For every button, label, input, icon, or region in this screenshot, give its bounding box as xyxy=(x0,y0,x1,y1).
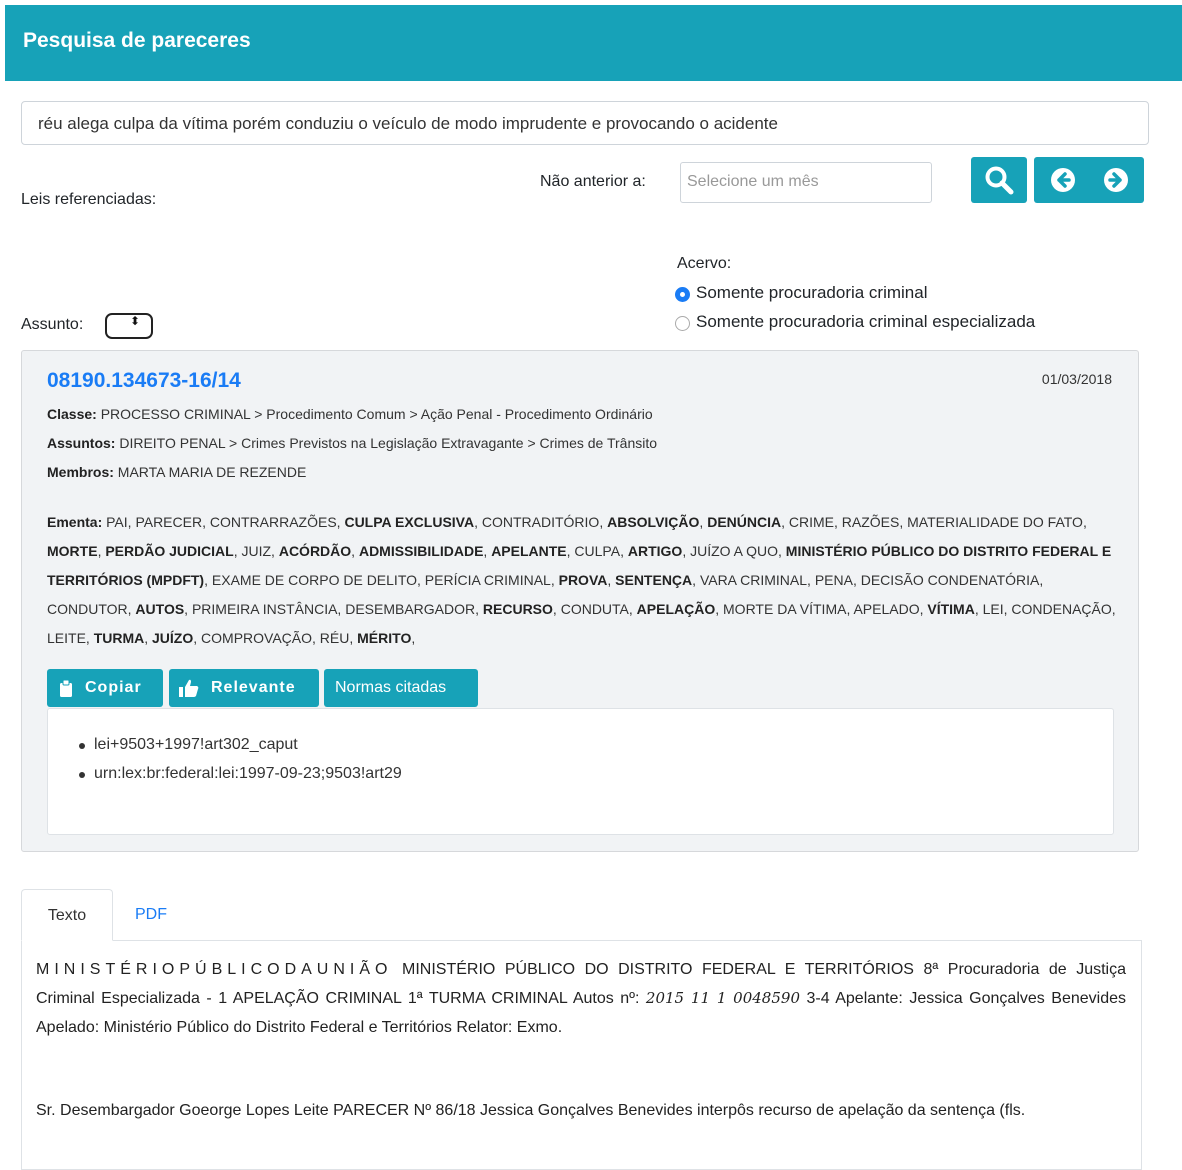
ementa-term: DESEMBARGADOR xyxy=(345,601,476,617)
ementa-term: JUIZ xyxy=(241,543,272,559)
ementa-term: SENTENÇA xyxy=(615,572,693,588)
radio-procuradoria-especializada[interactable] xyxy=(675,316,690,331)
app-header: Pesquisa de pareceres xyxy=(5,5,1182,81)
nao-anterior-label: Não anterior a: xyxy=(540,173,646,190)
normas-panel: lei+9503+1997!art302_caput urn:lex:br:fe… xyxy=(47,708,1114,835)
ementa-term: TURMA xyxy=(93,630,145,646)
classe-row: Classe: PROCESSO CRIMINAL > Procedimento… xyxy=(47,406,653,422)
ementa-term: JUÍZO xyxy=(152,630,194,646)
ementa-term: LEI xyxy=(982,601,1004,617)
ementa-term: ARTIGO xyxy=(627,543,683,559)
norma-item: lei+9503+1997!art302_caput xyxy=(79,736,402,765)
pagination-button-group xyxy=(1034,157,1144,203)
page-title: Pesquisa de pareceres xyxy=(23,29,251,52)
ementa-term: RAZÕES xyxy=(841,514,900,530)
case-date: 01/03/2018 xyxy=(1041,371,1112,387)
ementa-term: MÉRITO xyxy=(357,630,412,646)
radio-label-procuradoria-criminal: Somente procuradoria criminal xyxy=(696,283,928,302)
tab-texto[interactable]: Texto xyxy=(21,889,113,941)
ementa-term: MORTE xyxy=(47,543,98,559)
ementa-term: PENA xyxy=(814,572,853,588)
ementa-term: JUÍZO A QUO xyxy=(690,543,778,559)
spaced-heading: MINISTÉRIOPÚBLICODAUNIÃO xyxy=(36,961,393,978)
leis-referenciadas-label: Leis referenciadas: xyxy=(21,191,157,208)
clipboard-icon xyxy=(60,680,72,697)
ementa-term: MATERIALIDADE DO FATO xyxy=(907,514,1083,530)
ementa-term: COMPROVAÇÃO xyxy=(201,630,313,646)
ementa-term: APELAÇÃO xyxy=(636,601,716,617)
result-card: 08190.134673-16/14 01/03/2018 Classe: PR… xyxy=(21,350,1139,852)
search-icon xyxy=(985,166,1014,195)
ementa-term: PROVA xyxy=(558,572,608,588)
ementa-term: CULPA xyxy=(574,543,621,559)
document-paragraph: MINISTÉRIOPÚBLICODAUNIÃO MINISTÉRIO PÚBL… xyxy=(36,955,1126,1042)
membros-label: Membros: xyxy=(47,464,114,480)
assuntos-label: Assuntos: xyxy=(47,435,116,451)
case-number-link[interactable]: 08190.134673-16/14 xyxy=(47,369,241,393)
arrow-left-circle-icon xyxy=(1051,168,1075,192)
ementa-term: CONTRARRAZÕES xyxy=(209,514,337,530)
ementa-term: RECURSO xyxy=(482,601,553,617)
ementa-term: ACÓRDÃO xyxy=(278,543,352,559)
select-arrows-icon: ⬍ xyxy=(130,314,141,328)
membros-row: Membros: MARTA MARIA DE REZENDE xyxy=(47,464,306,480)
ementa-term: DECISÃO CONDENATÓRIA xyxy=(860,572,1040,588)
ementa-term: EXAME DE CORPO DE DELITO xyxy=(211,572,418,588)
ementa-text: Ementa: PAI, PARECER, CONTRARRAZÕES, CUL… xyxy=(47,514,1116,646)
classe-label: Classe: xyxy=(47,406,97,422)
ementa-term: DENÚNCIA xyxy=(707,514,782,530)
radio-procuradoria-criminal[interactable] xyxy=(675,287,690,302)
ementa-term: AUTOS xyxy=(135,601,185,617)
ementa-term: VÍTIMA xyxy=(927,601,975,617)
search-button[interactable] xyxy=(971,157,1027,203)
tab-pdf[interactable]: PDF xyxy=(113,889,189,941)
ementa-term: VARA CRIMINAL xyxy=(699,572,808,588)
ementa-term: CONTRADITÓRIO xyxy=(481,514,600,530)
ementa-term: ABSOLVIÇÃO xyxy=(607,514,700,530)
ementa-term: CRIME xyxy=(788,514,834,530)
arrow-right-circle-icon xyxy=(1104,168,1128,192)
next-button[interactable] xyxy=(1089,157,1144,203)
assuntos-row: Assuntos: DIREITO PENAL > Crimes Previst… xyxy=(47,435,657,451)
normas-list: lei+9503+1997!art302_caput urn:lex:br:fe… xyxy=(79,736,402,794)
normas-citadas-label: Normas citadas xyxy=(335,679,447,696)
ementa-term: PARECER xyxy=(135,514,203,530)
ementa-label: Ementa: xyxy=(47,514,103,530)
ementa-term: PRIMEIRA INSTÂNCIA xyxy=(191,601,338,617)
handwritten-autos-number: 2015 11 1 0048590 xyxy=(645,989,800,1007)
assuntos-value: DIREITO PENAL > Crimes Previstos na Legi… xyxy=(119,435,658,451)
ementa-term: PERÍCIA CRIMINAL xyxy=(424,572,551,588)
copiar-button[interactable]: Copiar xyxy=(47,669,163,707)
classe-value: PROCESSO CRIMINAL > Procedimento Comum >… xyxy=(100,406,653,422)
ementa-term: CONDUTOR xyxy=(47,601,128,617)
radio-label-procuradoria-especializada: Somente procuradoria criminal especializ… xyxy=(696,312,1036,331)
previous-button[interactable] xyxy=(1034,157,1089,203)
ementa-term: CONDENAÇÃO xyxy=(1011,601,1112,617)
assunto-select[interactable]: ⬍ xyxy=(105,313,153,339)
ementa-term: APELANTE xyxy=(491,543,567,559)
month-picker-input[interactable]: Selecione um mês xyxy=(680,162,932,203)
document-text-panel: MINISTÉRIOPÚBLICODAUNIÃO MINISTÉRIO PÚBL… xyxy=(21,940,1142,1170)
ementa-term: ADMISSIBILIDADE xyxy=(358,543,484,559)
ementa-term: CONDUTA xyxy=(560,601,629,617)
acervo-label: Acervo: xyxy=(677,255,732,272)
membros-value: MARTA MARIA DE REZENDE xyxy=(117,464,307,480)
ementa-term: MORTE DA VÍTIMA xyxy=(723,601,847,617)
norma-item: urn:lex:br:federal:lei:1997-09-23;9503!a… xyxy=(79,765,402,794)
ementa-term: LEITE xyxy=(47,630,86,646)
normas-citadas-button[interactable]: Normas citadas xyxy=(324,669,478,707)
ementa-term: PAI xyxy=(106,514,128,530)
document-paragraph: Sr. Desembargador Goeorge Lopes Leite PA… xyxy=(36,1102,1026,1119)
ementa-term: PERDÃO JUDICIAL xyxy=(105,543,234,559)
relevante-label: Relevante xyxy=(211,679,296,696)
assunto-label: Assunto: xyxy=(21,316,84,333)
ementa-term: APELADO xyxy=(853,601,920,617)
relevante-button[interactable]: Relevante xyxy=(169,669,319,707)
search-input[interactable]: réu alega culpa da vítima porém conduziu… xyxy=(21,101,1149,145)
thumbs-up-icon xyxy=(179,679,199,697)
ementa-term: CULPA EXCLUSIVA xyxy=(344,514,475,530)
copiar-label: Copiar xyxy=(85,679,142,696)
ementa-term: RÉU xyxy=(319,630,350,646)
